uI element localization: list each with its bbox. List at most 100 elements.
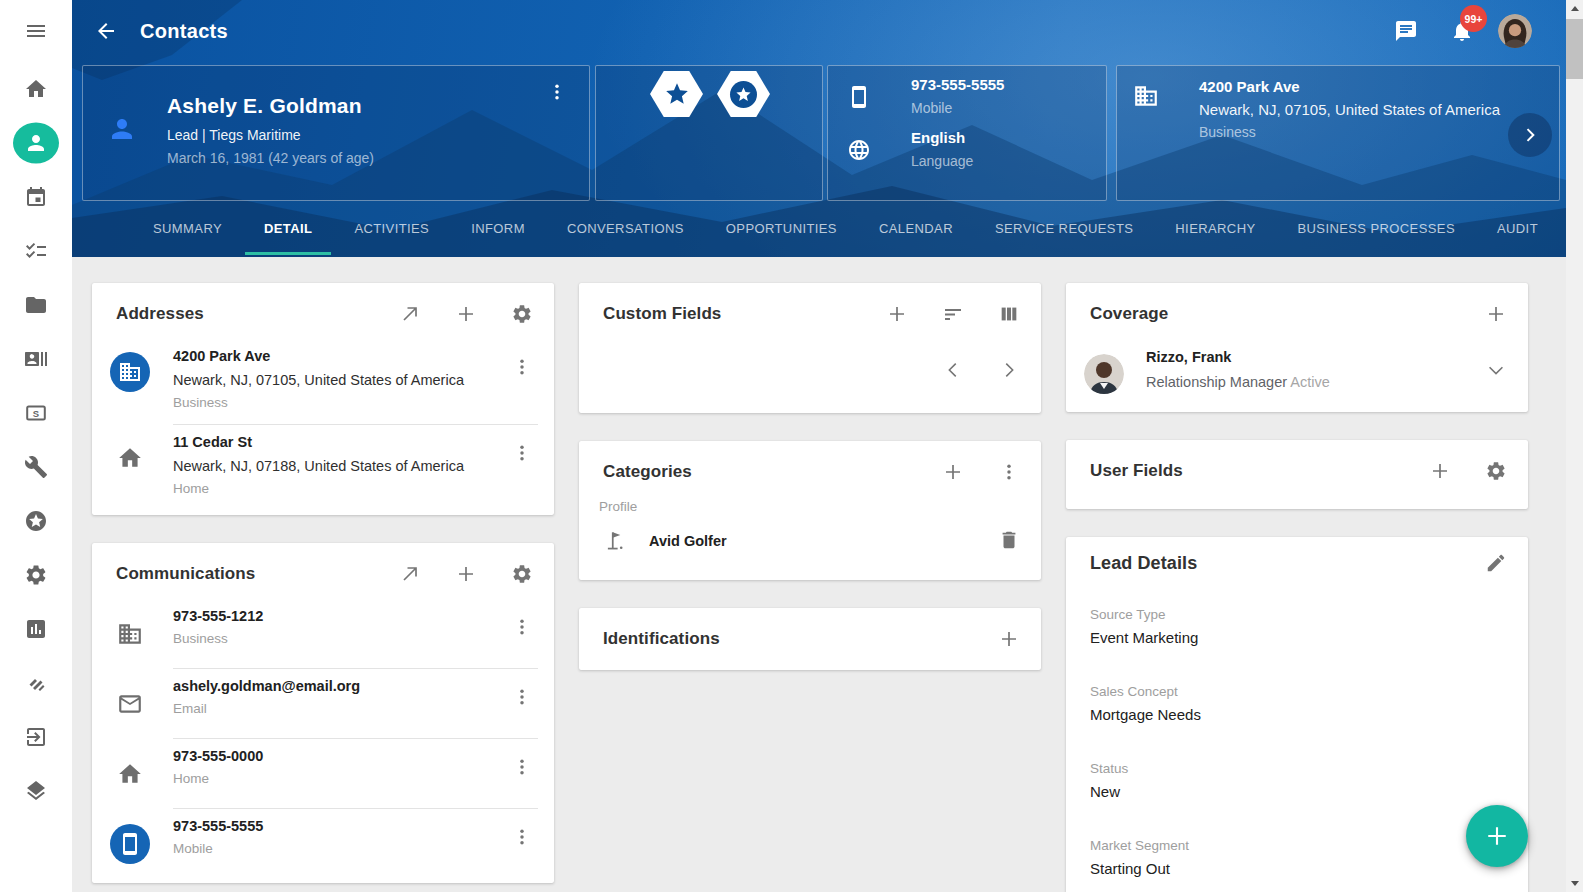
- sidebar-gear-icon[interactable]: [23, 562, 49, 588]
- tab-opportunities[interactable]: OPPORTUNITIES: [705, 201, 858, 255]
- categories-add-icon[interactable]: [941, 460, 965, 484]
- tab-activities[interactable]: ACTIVITIES: [333, 201, 450, 255]
- sidebar-calendar-icon[interactable]: [23, 184, 49, 210]
- page-next-chevron-icon[interactable]: [997, 359, 1021, 383]
- custom-fields-sort-icon[interactable]: [941, 302, 965, 326]
- comm-value: ashely.goldman@email.org: [173, 678, 510, 694]
- address-line1: 4200 Park Ave: [173, 348, 510, 364]
- contact-kebab-icon[interactable]: [545, 81, 569, 105]
- communications-open-icon[interactable]: [398, 562, 422, 586]
- address-panel[interactable]: 4200 Park Ave Newark, NJ, 07105, United …: [1116, 65, 1560, 201]
- notifications-button[interactable]: 99+: [1450, 19, 1474, 43]
- sidebar-home-icon[interactable]: [23, 76, 49, 102]
- addresses-add-icon[interactable]: [454, 302, 478, 326]
- tab-conversations[interactable]: CONVERSATIONS: [546, 201, 705, 255]
- custom-fields-columns-icon[interactable]: [997, 302, 1021, 326]
- category-item[interactable]: Avid Golfer: [579, 514, 1041, 580]
- sidebar-contact-card-icon[interactable]: [23, 346, 49, 372]
- page-scrollbar[interactable]: [1566, 0, 1583, 892]
- address-kebab-icon[interactable]: [510, 442, 534, 466]
- scrollbar-down-arrow[interactable]: [1566, 875, 1583, 892]
- user-fields-gear-icon[interactable]: [1484, 459, 1508, 483]
- star-badge-icon[interactable]: [650, 71, 703, 117]
- sidebar-handshake-icon[interactable]: [23, 670, 49, 696]
- communication-item[interactable]: 973-555-1212 Business: [92, 599, 554, 668]
- scrollbar-thumb[interactable]: [1566, 19, 1583, 79]
- user-fields-add-icon[interactable]: [1428, 459, 1452, 483]
- sidebar-sales-card-icon[interactable]: [23, 400, 49, 426]
- hamburger-menu-icon[interactable]: [23, 18, 49, 44]
- next-panel-chevron-icon[interactable]: [1508, 113, 1552, 157]
- communication-item[interactable]: ashely.goldman@email.org Email: [92, 669, 554, 738]
- globe-icon: [847, 138, 871, 162]
- categories-kebab-icon[interactable]: [997, 460, 1021, 484]
- addresses-open-icon[interactable]: [398, 302, 422, 326]
- sidebar-layers-icon[interactable]: [23, 778, 49, 804]
- comm-type: Mobile: [173, 841, 510, 856]
- addresses-card: Addresses 4200 Park Ave Newark, NJ, 0710…: [92, 283, 554, 515]
- language-row[interactable]: English Language: [842, 129, 1092, 169]
- sidebar-bar-chart-icon[interactable]: [23, 616, 49, 642]
- building-circle-icon: [110, 352, 150, 392]
- sidebar-exit-icon[interactable]: [23, 724, 49, 750]
- main-area: Contacts 99+ Ashely E. Goldman Lead | Ti…: [72, 0, 1566, 892]
- tab-summary[interactable]: SUMMARY: [132, 201, 243, 255]
- communications-title: Communications: [116, 564, 366, 584]
- tabs-overflow-chevron-icon[interactable]: [1559, 201, 1566, 255]
- contact-summary-panel[interactable]: Ashely E. Goldman Lead | Tiegs Maritime …: [82, 65, 590, 201]
- building-icon: [1133, 83, 1159, 109]
- tab-hierarchy[interactable]: HIERARCHY: [1154, 201, 1276, 255]
- star-circle-badge-icon[interactable]: [717, 71, 770, 117]
- column-right: Coverage Rizzo, Frank Relationship Manag…: [1066, 283, 1528, 892]
- communications-add-icon[interactable]: [454, 562, 478, 586]
- communication-item[interactable]: 973-555-5555 Mobile: [92, 809, 554, 883]
- coverage-item[interactable]: Rizzo, Frank Relationship Manager Active: [1066, 339, 1528, 412]
- detail-content: Addresses 4200 Park Ave Newark, NJ, 0710…: [72, 257, 1566, 892]
- comm-kebab-icon[interactable]: [510, 616, 534, 640]
- sidebar-folder-icon[interactable]: [23, 292, 49, 318]
- back-button[interactable]: [94, 19, 118, 43]
- comm-value: 973-555-0000: [173, 748, 510, 764]
- user-avatar[interactable]: [1498, 14, 1532, 48]
- sidebar-wrench-icon[interactable]: [23, 454, 49, 480]
- address-label: Business: [1199, 124, 1500, 140]
- address-type: Home: [173, 481, 510, 496]
- lead-field: Status New: [1090, 761, 1504, 800]
- comm-kebab-icon[interactable]: [510, 756, 534, 780]
- identifications-add-icon[interactable]: [997, 627, 1021, 651]
- sidebar-checklist-icon[interactable]: [23, 238, 49, 264]
- tab-inform[interactable]: INFORM: [450, 201, 546, 255]
- tab-service-requests[interactable]: SERVICE REQUESTS: [974, 201, 1154, 255]
- sidebar-contacts-person-icon[interactable]: [23, 130, 49, 156]
- custom-fields-add-icon[interactable]: [885, 302, 909, 326]
- comm-kebab-icon[interactable]: [510, 826, 534, 850]
- communication-item[interactable]: 973-555-0000 Home: [92, 739, 554, 808]
- comm-kebab-icon[interactable]: [510, 686, 534, 710]
- tab-business-processes[interactable]: BUSINESS PROCESSES: [1277, 201, 1476, 255]
- tab-calendar[interactable]: CALENDAR: [858, 201, 974, 255]
- lead-details-edit-icon[interactable]: [1484, 551, 1508, 575]
- address-item[interactable]: 4200 Park Ave Newark, NJ, 07105, United …: [92, 339, 554, 424]
- communications-gear-icon[interactable]: [510, 562, 534, 586]
- building-icon: [110, 614, 150, 654]
- tab-detail[interactable]: DETAIL: [243, 201, 333, 255]
- sidebar-star-icon[interactable]: [23, 508, 49, 534]
- coverage-expand-chevron-icon[interactable]: [1484, 359, 1508, 383]
- chat-button[interactable]: [1394, 19, 1418, 43]
- addresses-gear-icon[interactable]: [510, 302, 534, 326]
- golf-flag-icon: [603, 528, 629, 554]
- coverage-role: Relationship Manager Active: [1146, 374, 1484, 390]
- address-kebab-icon[interactable]: [510, 356, 534, 380]
- addresses-title: Addresses: [116, 304, 366, 324]
- phone-row[interactable]: 973-555-5555 Mobile: [842, 76, 1092, 116]
- scrollbar-up-arrow[interactable]: [1566, 0, 1583, 17]
- page-previous-chevron-icon[interactable]: [941, 359, 965, 383]
- address-type: Business: [173, 395, 510, 410]
- user-fields-card: User Fields: [1066, 440, 1528, 509]
- phone-value: 973-555-5555: [911, 76, 1004, 93]
- tab-audit[interactable]: AUDIT: [1476, 201, 1559, 255]
- coverage-add-icon[interactable]: [1484, 302, 1508, 326]
- fab-add-button[interactable]: [1466, 805, 1528, 867]
- category-delete-icon[interactable]: [997, 529, 1021, 553]
- address-item[interactable]: 11 Cedar St Newark, NJ, 07188, United St…: [92, 425, 554, 515]
